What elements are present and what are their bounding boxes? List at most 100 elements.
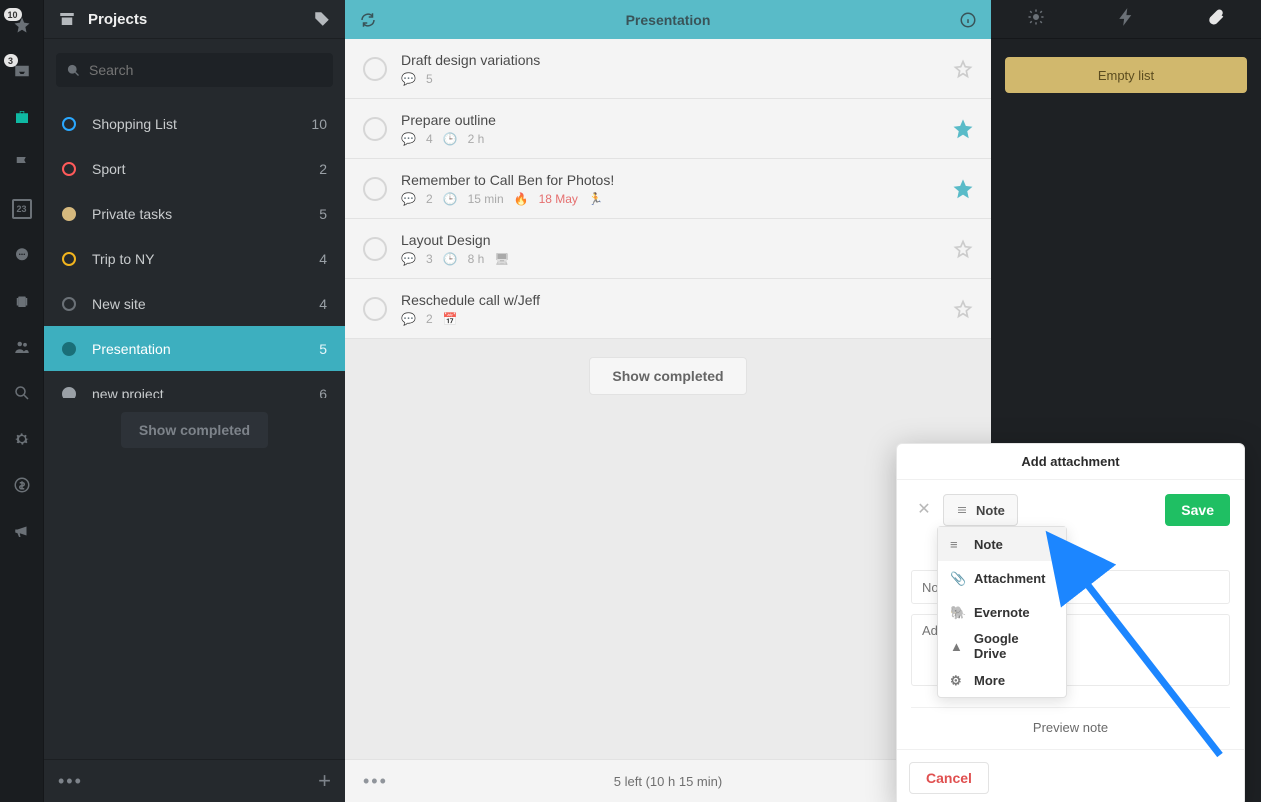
luggage-icon — [13, 292, 31, 310]
dropdown-label: Google Drive — [974, 631, 1054, 661]
sidebar-show-completed[interactable]: Show completed — [121, 412, 268, 448]
project-name: Sport — [92, 161, 303, 177]
comments-icon: 💬 — [401, 72, 416, 86]
rail-calendar[interactable]: 23 — [0, 190, 44, 228]
task-title: Prepare outline — [401, 112, 939, 128]
rail-settings[interactable] — [0, 420, 44, 458]
task-checkbox[interactable] — [363, 297, 387, 321]
project-item[interactable]: Trip to NY4 — [44, 236, 345, 281]
project-list: Shopping List 10 Sport2Private tasks5Trip … — [44, 101, 345, 398]
rail-billing[interactable] — [0, 466, 44, 504]
close-icon[interactable]: ✕ — [911, 494, 937, 524]
paperclip-icon — [1207, 8, 1225, 26]
dropdown-icon: 🐘 — [950, 605, 964, 619]
rail-announce[interactable] — [0, 512, 44, 550]
star-toggle[interactable] — [953, 119, 973, 139]
dropdown-item[interactable]: ▲Google Drive — [938, 629, 1066, 663]
dropdown-item[interactable]: ⚙More — [938, 663, 1066, 697]
right-tab-settings[interactable] — [1027, 8, 1045, 31]
dropdown-icon: ⚙ — [950, 673, 964, 687]
rail-luggage[interactable] — [0, 282, 44, 320]
star-toggle[interactable] — [953, 59, 973, 79]
comments-icon: 💬 — [401, 252, 416, 266]
main-show-completed[interactable]: Show completed — [589, 357, 746, 395]
comments-icon: 💬 — [401, 132, 416, 146]
project-item[interactable]: Presentation5 — [44, 326, 345, 371]
comments-count: 4 — [426, 132, 433, 146]
rail-team[interactable] — [0, 328, 44, 366]
project-count: 10 — [311, 116, 327, 132]
task-row[interactable]: Prepare outline💬4🕒2 h — [345, 99, 991, 159]
comments-icon: 💬 — [401, 312, 416, 326]
project-item[interactable]: New site4 — [44, 281, 345, 326]
rail-flag[interactable] — [0, 144, 44, 182]
project-item[interactable]: new project6 — [44, 371, 345, 398]
refresh-icon[interactable] — [359, 11, 377, 29]
sidebar-search[interactable] — [56, 53, 333, 87]
team-icon — [13, 338, 31, 356]
task-meta: 💬2🕒15 min🔥18 May🏃 — [401, 192, 939, 206]
clock-icon: 🕒 — [443, 192, 458, 206]
star-toggle[interactable] — [953, 179, 973, 199]
more-icon[interactable]: ••• — [363, 771, 403, 792]
project-name: new project — [92, 386, 303, 399]
archive-icon[interactable] — [58, 10, 76, 28]
rail-search[interactable] — [0, 374, 44, 412]
comments-count: 2 — [426, 312, 433, 326]
task-title: Reschedule call w/Jeff — [401, 292, 939, 308]
project-name: Private tasks — [92, 206, 303, 222]
task-checkbox[interactable] — [363, 177, 387, 201]
task-row[interactable]: Reschedule call w/Jeff💬2📅 — [345, 279, 991, 339]
project-item[interactable]: Private tasks5 — [44, 191, 345, 236]
more-icon[interactable]: ••• — [58, 771, 318, 792]
search-input[interactable] — [89, 62, 323, 78]
info-icon[interactable] — [959, 11, 977, 29]
badge-starred: 10 — [4, 8, 22, 21]
star-toggle[interactable] — [953, 299, 973, 319]
task-row[interactable]: Remember to Call Ben for Photos!💬2🕒15 mi… — [345, 159, 991, 219]
gear-icon — [13, 430, 31, 448]
task-row[interactable]: Layout Design💬3🕒8 h🖥 — [345, 219, 991, 279]
attachment-type-dropdown[interactable]: Note — [943, 494, 1018, 526]
rail-starred[interactable]: 10 — [0, 6, 44, 44]
due-date: 18 May — [539, 192, 578, 206]
project-color-dot — [62, 252, 76, 266]
rail-inbox[interactable]: 3 — [0, 52, 44, 90]
save-button[interactable]: Save — [1165, 494, 1230, 526]
badge-inbox: 3 — [4, 54, 18, 67]
rail-chat[interactable] — [0, 236, 44, 274]
gear-icon — [1027, 8, 1045, 26]
task-row[interactable]: Draft design variations 💬 5 — [345, 39, 991, 99]
comments-count: 5 — [426, 72, 433, 86]
footer-status: 5 left (10 h 15 min) — [403, 774, 933, 789]
project-color-dot — [62, 297, 76, 311]
right-tab-activity[interactable] — [1117, 8, 1135, 31]
rail-projects[interactable] — [0, 98, 44, 136]
star-toggle[interactable] — [953, 239, 973, 259]
project-color-dot — [62, 117, 76, 131]
dropdown-item[interactable]: 🐘 Evernote — [938, 595, 1066, 629]
chat-icon — [13, 246, 31, 264]
dropdown-item[interactable]: 📎Attachment — [938, 561, 1066, 595]
main-panel: Presentation Draft design variations💬5Pr… — [345, 0, 991, 802]
task-title: Draft design variations — [401, 52, 939, 68]
task-checkbox[interactable] — [363, 117, 387, 141]
attachment-type-menu: ≡Note📎Attachment 🐘 Evernote ▲Google Drive⚙M… — [937, 526, 1067, 698]
task-time: 8 h — [468, 252, 485, 266]
project-name: New site — [92, 296, 303, 312]
task-checkbox[interactable] — [363, 57, 387, 81]
cancel-button[interactable]: Cancel — [909, 762, 989, 794]
project-item[interactable]: Shopping List 10 — [44, 101, 345, 146]
task-checkbox[interactable] — [363, 237, 387, 261]
project-name: Shopping List — [92, 116, 295, 132]
tag-icon[interactable] — [313, 10, 331, 28]
preview-note-link[interactable]: Preview note — [911, 707, 1230, 739]
empty-list-banner: Empty list — [1005, 57, 1247, 93]
task-meta: 💬2📅 — [401, 312, 939, 326]
right-tab-attachments[interactable] — [1207, 8, 1225, 31]
add-project-button[interactable]: + — [318, 768, 331, 794]
task-time: 2 h — [468, 132, 485, 146]
project-item[interactable]: Sport2 — [44, 146, 345, 191]
dropdown-item[interactable]: ≡Note — [938, 527, 1066, 561]
dropdown-label: Evernote — [974, 605, 1030, 620]
